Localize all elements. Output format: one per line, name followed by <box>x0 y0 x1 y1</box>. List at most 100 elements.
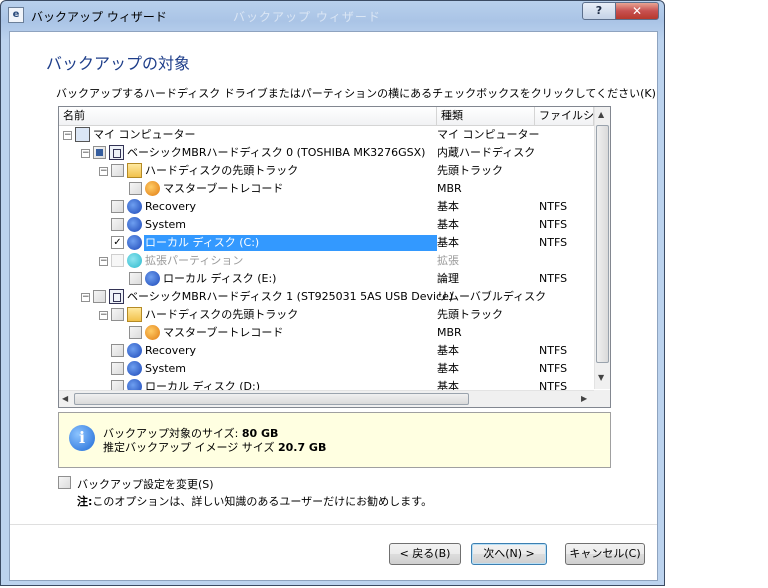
tree-row[interactable]: マスターブートレコード MBR <box>59 180 594 198</box>
note-prefix: 注: <box>77 495 93 508</box>
collapse-icon[interactable]: − <box>99 167 108 176</box>
tree-item-label[interactable]: ベーシックMBRハードディスク 0 (TOSHIBA MK3276GSX) <box>127 144 425 162</box>
disk-icon <box>127 217 142 232</box>
next-button[interactable]: 次へ(N) > <box>471 543 547 565</box>
disk-icon <box>127 235 142 250</box>
option-note: 注:このオプションは、詳しい知識のあるユーザーだけにお勧めします。 <box>77 493 432 509</box>
title-bar[interactable]: e バックアップ ウィザード バックアップ ウィザード ? ✕ <box>1 1 664 31</box>
tree-item-label[interactable]: ハードディスクの先頭トラック <box>145 306 298 324</box>
tree-item-label[interactable]: マスターブートレコード <box>163 180 283 198</box>
tree-item-label[interactable]: Recovery <box>145 198 196 216</box>
footer-divider <box>10 524 657 525</box>
scroll-right-icon[interactable]: ▶ <box>581 394 587 403</box>
tree-row[interactable]: System 基本 NTFS <box>59 216 594 234</box>
tree-item-type: 基本 <box>437 362 459 375</box>
size-info-panel: i バックアップ対象のサイズ: 80 GB 推定バックアップ イメージ サイズ … <box>58 412 611 468</box>
column-filesystem[interactable]: ファイルシス <box>535 107 594 125</box>
estimated-size-value: 20.7 GB <box>277 441 327 454</box>
disk-icon <box>145 271 160 286</box>
collapse-icon[interactable]: − <box>81 149 90 158</box>
tree-item-type: リムーバブルディスク <box>437 290 547 303</box>
tree-row[interactable]: − ベーシックMBRハードディスク 1 (ST925031 5AS USB Dev… <box>59 288 594 306</box>
hard-disk-icon <box>109 145 124 160</box>
scrollbar-corner <box>594 390 610 407</box>
checkbox[interactable] <box>129 326 142 339</box>
change-settings-label[interactable]: バックアップ設定を変更(S) <box>77 476 214 492</box>
disk-icon <box>127 199 142 214</box>
checkbox[interactable] <box>93 290 106 303</box>
collapse-icon[interactable]: − <box>99 311 108 320</box>
checkbox[interactable]: ✓ <box>111 236 124 249</box>
tree-row[interactable]: System 基本 NTFS <box>59 360 594 378</box>
page-title: バックアップの対象 <box>46 54 191 73</box>
tree-row[interactable]: − ベーシックMBRハードディスク 0 (TOSHIBA MK3276GSX) 内蔵… <box>59 144 594 162</box>
checkbox[interactable] <box>111 362 124 375</box>
tree-row[interactable]: Recovery 基本 NTFS <box>59 342 594 360</box>
checkbox[interactable] <box>129 182 142 195</box>
collapse-icon[interactable]: − <box>63 131 72 140</box>
disk-tree-list[interactable]: 名前 種類 ファイルシス −マイ コンピューターマイ コンピューター−ベーシック… <box>58 106 611 408</box>
tree-item-label[interactable]: 拡張パーティション <box>145 252 243 270</box>
disk-icon <box>127 343 142 358</box>
tree-item-type: MBR <box>437 326 462 339</box>
collapse-icon[interactable]: − <box>99 257 108 266</box>
checkbox[interactable] <box>111 164 124 177</box>
column-type[interactable]: 種類 <box>437 107 535 125</box>
tree-item-type: 基本 <box>437 236 459 249</box>
tree-item-label[interactable]: ハードディスクの先頭トラック <box>145 162 298 180</box>
tree-item-filesystem: NTFS <box>539 200 568 213</box>
scroll-left-icon[interactable]: ◀ <box>62 394 68 403</box>
change-settings-checkbox[interactable] <box>58 476 71 489</box>
tree-row[interactable]: ローカル ディスク (E:) 論理 NTFS <box>59 270 594 288</box>
mbr-icon <box>145 325 160 340</box>
checkbox[interactable] <box>111 344 124 357</box>
tree-item-filesystem: NTFS <box>539 272 568 285</box>
track-icon <box>127 307 142 322</box>
checkbox[interactable] <box>111 200 124 213</box>
tree-item-label[interactable]: マスターブートレコード <box>163 324 283 342</box>
disk-icon <box>127 361 142 376</box>
tree-item-label[interactable]: ローカル ディスク (E:) <box>163 270 276 288</box>
tree-item-type: MBR <box>437 182 462 195</box>
tree-row[interactable]: − マイ コンピューター マイ コンピューター <box>59 126 594 144</box>
tree-item-type: 内蔵ハードディスク <box>437 146 536 159</box>
horizontal-scrollbar[interactable]: ◀ ▶ <box>59 390 594 407</box>
tree-item-type: 先頭トラック <box>437 164 503 177</box>
scroll-up-icon[interactable]: ▲ <box>598 110 604 119</box>
tree-item-type: 基本 <box>437 218 459 231</box>
horizontal-scroll-thumb[interactable] <box>74 393 469 405</box>
checkbox[interactable] <box>129 272 142 285</box>
scroll-down-icon[interactable]: ▼ <box>598 373 604 382</box>
collapse-icon[interactable]: − <box>81 293 90 302</box>
tree-item-label[interactable]: マイ コンピューター <box>93 126 196 144</box>
cancel-button[interactable]: キャンセル(C) <box>565 543 645 565</box>
tree-row[interactable]: − ハードディスクの先頭トラック 先頭トラック <box>59 162 594 180</box>
info-icon: i <box>69 425 95 451</box>
checkbox[interactable] <box>111 308 124 321</box>
tree-row[interactable]: マスターブートレコード MBR <box>59 324 594 342</box>
vertical-scroll-thumb[interactable] <box>596 125 609 363</box>
mbr-icon <box>145 181 160 196</box>
tree-item-filesystem: NTFS <box>539 218 568 231</box>
wizard-window: e バックアップ ウィザード バックアップ ウィザード ? ✕ バックアップの対… <box>0 0 665 586</box>
tree-item-label[interactable]: Recovery <box>145 342 196 360</box>
tree-row[interactable]: − ハードディスクの先頭トラック 先頭トラック <box>59 306 594 324</box>
checkbox[interactable] <box>111 218 124 231</box>
tree-row[interactable]: Recovery 基本 NTFS <box>59 198 594 216</box>
help-button[interactable]: ? <box>582 2 616 20</box>
column-name[interactable]: 名前 <box>59 107 437 125</box>
tree-item-label[interactable]: ローカル ディスク (C:) <box>145 234 259 252</box>
app-icon: e <box>8 7 24 23</box>
close-button[interactable]: ✕ <box>615 2 659 20</box>
tree-item-label[interactable]: ベーシックMBRハードディスク 1 (ST925031 5AS USB Devi… <box>127 288 453 306</box>
tree-item-label[interactable]: System <box>145 360 186 378</box>
computer-icon <box>75 127 90 142</box>
tree-item-type: 基本 <box>437 344 459 357</box>
back-button[interactable]: < 戻る(B) <box>389 543 461 565</box>
tree-item-type: 拡張 <box>437 254 459 267</box>
checkbox[interactable] <box>93 146 106 159</box>
tree-item-label[interactable]: System <box>145 216 186 234</box>
tree-row[interactable]: ✓ ローカル ディスク (C:) 基本 NTFS <box>59 234 594 252</box>
vertical-scrollbar[interactable]: ▲ ▼ <box>594 107 610 389</box>
tree-row[interactable]: − 拡張パーティション 拡張 <box>59 252 594 270</box>
